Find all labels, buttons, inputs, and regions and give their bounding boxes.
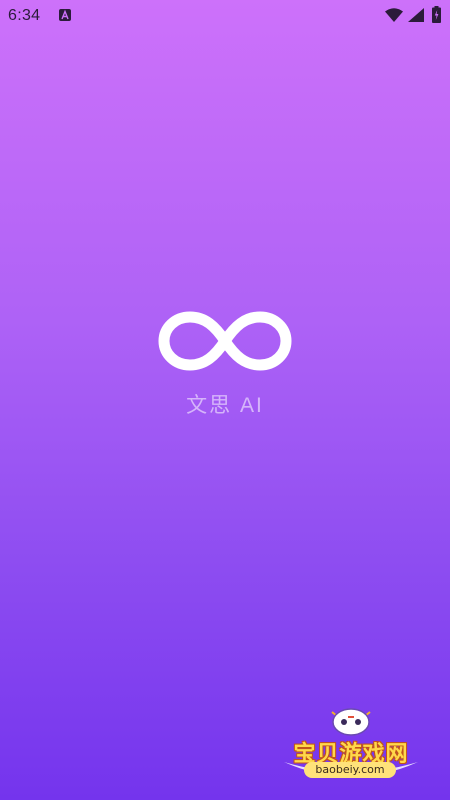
battery-icon <box>432 6 441 23</box>
status-time: 6:34 <box>8 7 41 24</box>
wifi-icon <box>385 8 403 22</box>
infinity-logo-icon <box>158 311 292 371</box>
splash-screen: 6:34 文思 AI 宝贝游戏网 baobeiy.com <box>0 0 450 800</box>
app-name: 文思 AI <box>186 394 264 417</box>
watermark-url: baobeiy.com <box>304 762 396 778</box>
signal-icon <box>408 8 424 22</box>
watermark: 宝贝游戏网 baobeiy.com <box>276 700 426 792</box>
app-notification-icon <box>59 9 71 21</box>
gamepad-mascot-icon <box>331 708 371 736</box>
status-bar: 6:34 <box>0 0 450 32</box>
